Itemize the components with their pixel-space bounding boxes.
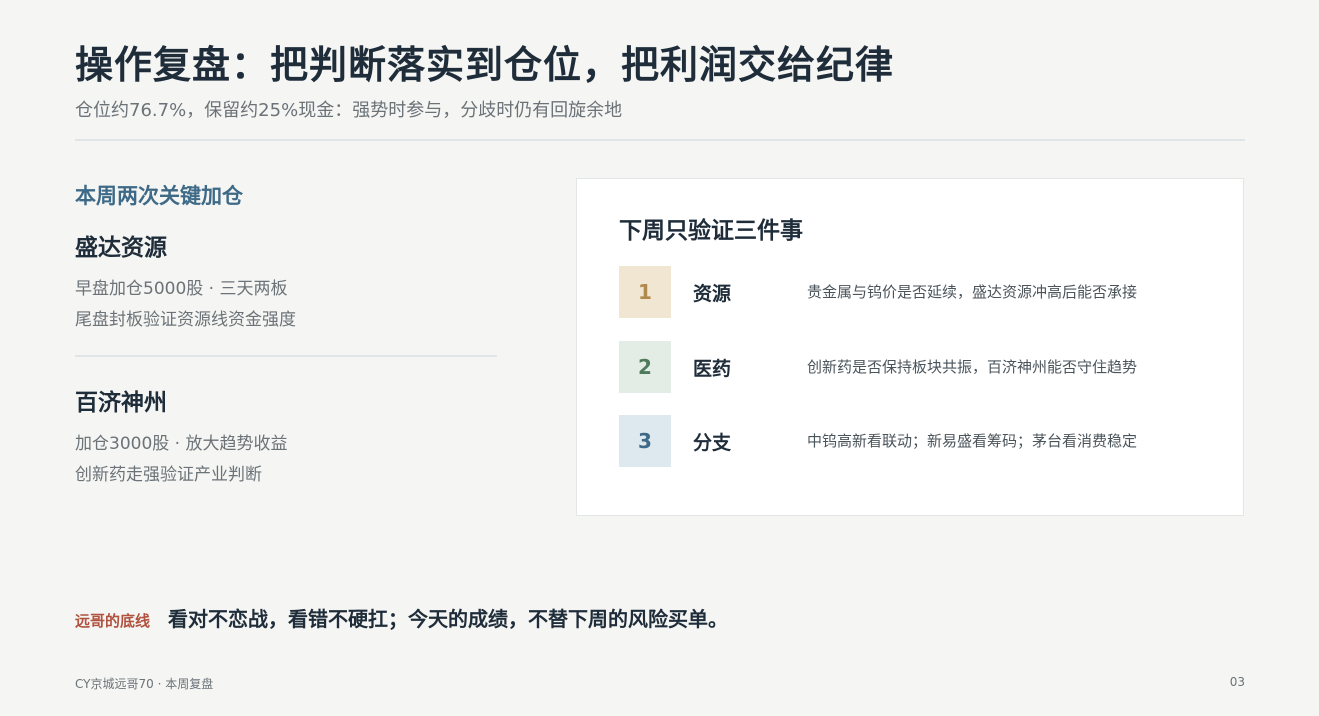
number-badge: 3 [619, 415, 671, 467]
header-divider [75, 139, 1245, 141]
stock-name: 盛达资源 [75, 235, 167, 261]
number-badge: 1 [619, 266, 671, 318]
checklist-item-branches: 3 分支 中钨高新看联动；新易盛看筹码；茅台看消费稳定 [619, 415, 1219, 467]
item-label: 医药 [693, 358, 732, 380]
page-title: 操作复盘：把判断落实到仓位，把利润交给纪律 [75, 43, 895, 87]
checklist-item-resources: 1 资源 贵金属与钨价是否延续，盛达资源冲高后能否承接 [619, 266, 1219, 318]
number-badge: 2 [619, 341, 671, 393]
stock-detail-line: 创新药走强验证产业判断 [75, 465, 262, 485]
stock-detail-line: 早盘加仓5000股 · 三天两板 [75, 279, 288, 299]
stock-detail-line: 加仓3000股 · 放大趋势收益 [75, 434, 288, 454]
stock-block-shengda: 盛达资源 早盘加仓5000股 · 三天两板 尾盘封板验证资源线资金强度 [75, 228, 497, 336]
bottom-line-tag: 远哥的底线 [75, 612, 151, 630]
item-description: 创新药是否保持板块共振，百济神州能否守住趋势 [807, 358, 1138, 376]
next-week-card: 下周只验证三件事 1 资源 贵金属与钨价是否延续，盛达资源冲高后能否承接 2 医… [576, 178, 1244, 516]
stock-detail-line: 尾盘封板验证资源线资金强度 [75, 310, 296, 330]
stock-name: 百济神州 [75, 390, 167, 416]
card-title: 下周只验证三件事 [619, 218, 803, 244]
page-subtitle: 仓位约76.7%，保留约25%现金：强势时参与，分歧时仍有回旋余地 [75, 100, 623, 121]
item-description: 贵金属与钨价是否延续，盛达资源冲高后能否承接 [807, 283, 1138, 301]
key-additions-section: 本周两次关键加仓 盛达资源 早盘加仓5000股 · 三天两板 尾盘封板验证资源线… [75, 180, 497, 491]
item-label: 资源 [693, 283, 732, 305]
checklist-item-pharma: 2 医药 创新药是否保持板块共振，百济神州能否守住趋势 [619, 341, 1219, 393]
item-label: 分支 [693, 432, 732, 454]
stock-divider [75, 355, 497, 357]
bottom-line-text: 看对不恋战，看错不硬扛；今天的成绩，不替下周的风险买单。 [168, 607, 729, 631]
bottom-line-statement: 远哥的底线 看对不恋战，看错不硬扛；今天的成绩，不替下周的风险买单。 [75, 603, 728, 632]
section-heading: 本周两次关键加仓 [75, 184, 243, 208]
item-description: 中钨高新看联动；新易盛看筹码；茅台看消费稳定 [807, 432, 1138, 450]
footer-source: CY京城远哥70 · 本周复盘 [75, 677, 214, 691]
stock-block-beigene: 百济神州 加仓3000股 · 放大趋势收益 创新药走强验证产业判断 [75, 383, 497, 491]
page-number: 03 [1229, 675, 1245, 689]
